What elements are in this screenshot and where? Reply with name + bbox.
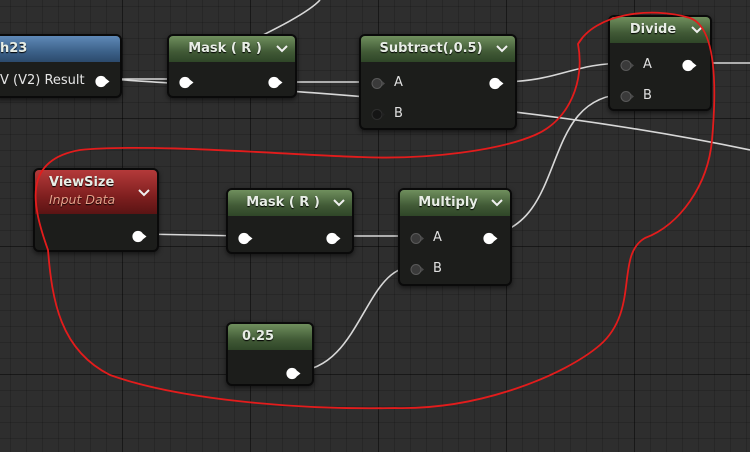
chevron-down-icon[interactable]: [491, 190, 503, 216]
pin-connected-icon[interactable]: [410, 230, 425, 249]
pin-connected-icon[interactable]: [132, 228, 147, 247]
pin-disconnected-icon[interactable]: [371, 75, 386, 94]
pin-label-a: A: [643, 57, 652, 72]
node-title: h23: [0, 41, 28, 56]
chevron-down-icon[interactable]: [276, 36, 288, 62]
chevron-down-icon[interactable]: [691, 17, 703, 43]
node-title: 0.25: [242, 329, 275, 344]
pin-label-result: V (V2) Result: [0, 73, 85, 88]
node-header[interactable]: Mask ( R ): [169, 36, 295, 62]
pin-connected-icon[interactable]: [95, 73, 110, 92]
node-title: Divide: [629, 22, 677, 37]
pin-connected-icon[interactable]: [682, 57, 697, 76]
node-subtitle: Input Data: [49, 192, 116, 207]
node-header[interactable]: Divide: [610, 17, 710, 43]
node-multiply[interactable]: Multiply A B: [398, 188, 512, 286]
pin-connected-icon[interactable]: [620, 88, 635, 107]
pin-connected-icon[interactable]: [483, 230, 498, 249]
pin-label-a: A: [433, 230, 442, 245]
chevron-down-icon[interactable]: [496, 36, 508, 62]
node-mask-top[interactable]: Mask ( R ): [167, 34, 297, 98]
chevron-down-icon[interactable]: [138, 180, 150, 206]
pin-label-b: B: [433, 261, 442, 276]
node-header[interactable]: 0.25: [228, 324, 312, 350]
pin-connected-icon[interactable]: [268, 74, 283, 93]
node-header[interactable]: Subtract(,0.5): [361, 36, 515, 62]
node-header[interactable]: Mask ( R ): [228, 190, 352, 216]
pin-connected-icon[interactable]: [410, 261, 425, 280]
pin-connected-icon[interactable]: [238, 230, 253, 249]
pin-label-b: B: [394, 106, 403, 121]
node-title: Mask ( R ): [188, 41, 262, 56]
pin-label-b: B: [643, 88, 652, 103]
node-title: Subtract(,0.5): [379, 41, 483, 56]
node-header[interactable]: ViewSize Input Data: [35, 170, 157, 214]
node-texcoord[interactable]: h23 V (V2) Result: [0, 34, 122, 98]
node-viewsize[interactable]: ViewSize Input Data: [33, 168, 159, 252]
pin-connected-icon[interactable]: [326, 230, 341, 249]
node-header[interactable]: h23: [0, 36, 120, 62]
pin-disconnected-icon[interactable]: [371, 106, 386, 125]
pin-connected-icon[interactable]: [179, 74, 194, 93]
node-subtract[interactable]: Subtract(,0.5) A B: [359, 34, 517, 130]
chevron-down-icon[interactable]: [333, 190, 345, 216]
node-header[interactable]: Multiply: [400, 190, 510, 216]
graph-canvas[interactable]: h23 V (V2) Result Mask ( R ) Subtract(,0…: [0, 0, 750, 452]
pin-connected-icon[interactable]: [489, 75, 504, 94]
node-title: Mask ( R ): [246, 195, 320, 210]
node-constant[interactable]: 0.25: [226, 322, 314, 386]
node-title: ViewSize: [49, 175, 115, 190]
pin-connected-icon[interactable]: [620, 57, 635, 76]
pin-connected-icon[interactable]: [286, 365, 301, 384]
pin-label-a: A: [394, 75, 403, 90]
node-divide[interactable]: Divide A B: [608, 15, 712, 111]
node-mask-bottom[interactable]: Mask ( R ): [226, 188, 354, 254]
node-title: Multiply: [418, 195, 478, 210]
